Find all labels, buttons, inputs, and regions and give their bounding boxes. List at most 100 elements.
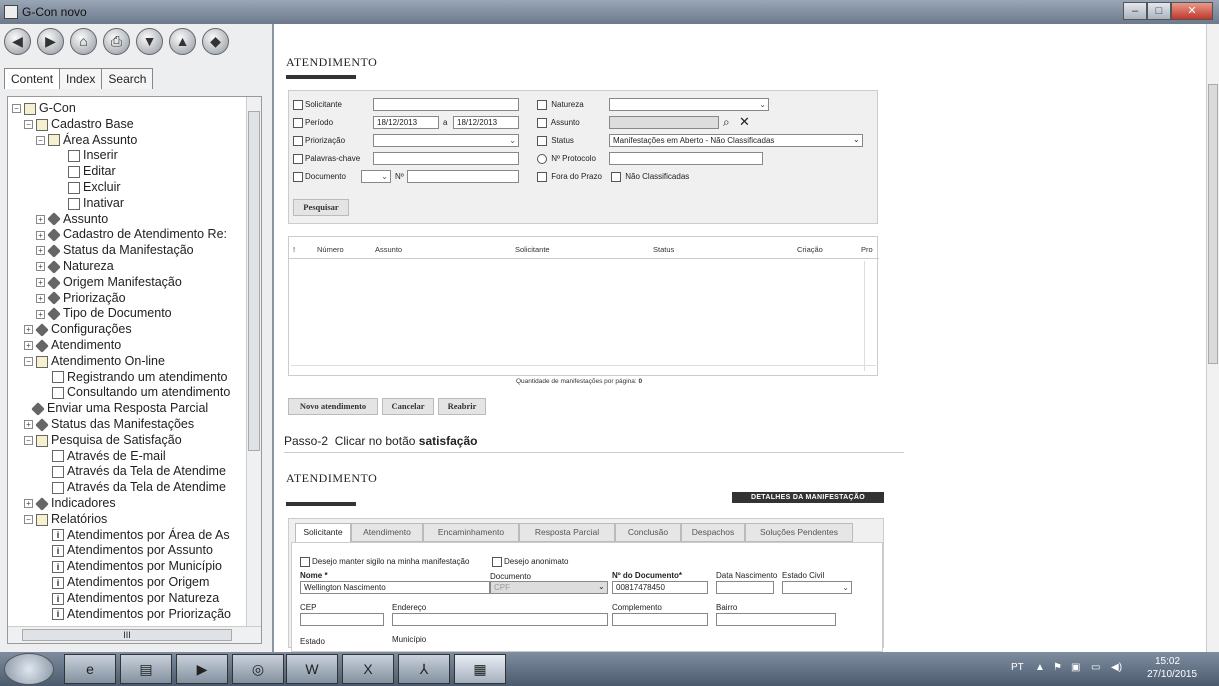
clock-time[interactable]: 15:02 <box>1155 656 1180 667</box>
collapse-icon[interactable]: − <box>24 436 33 445</box>
nome-input[interactable]: Wellington Nascimento <box>300 581 490 594</box>
estado-civil-select[interactable]: ⌄ <box>782 581 852 594</box>
tree-node[interactable]: + Priorização <box>36 291 126 306</box>
explorer-icon[interactable]: ▤ <box>120 654 172 684</box>
sigilo-option[interactable]: Desejo manter sigilo na minha manifestaç… <box>300 557 469 567</box>
checkbox[interactable] <box>611 172 621 182</box>
expand-icon[interactable]: + <box>36 262 45 272</box>
clock-date[interactable]: 27/10/2015 <box>1147 669 1197 680</box>
tree-node[interactable]: i Atendimentos por Priorização <box>52 607 231 622</box>
checkbox[interactable] <box>492 557 502 567</box>
tab-solicitante[interactable]: Solicitante <box>295 523 351 542</box>
tree-node[interactable]: + Status da Manifestação <box>36 243 194 258</box>
grid-header[interactable]: ! <box>293 245 295 254</box>
expand-icon[interactable]: + <box>24 420 33 430</box>
tab-solucoes-pendentes[interactable]: Soluções Pendentes <box>745 523 853 542</box>
back-icon[interactable]: ◀ <box>4 28 31 55</box>
expand-icon[interactable]: + <box>36 230 45 240</box>
tree-node[interactable]: Editar <box>68 164 116 179</box>
periodo-from-input[interactable]: 18/12/2013 <box>373 116 439 129</box>
checkbox[interactable] <box>537 100 547 110</box>
tree-node[interactable]: Enviar uma Resposta Parcial <box>31 401 208 416</box>
complemento-input[interactable] <box>612 613 708 626</box>
tree-node[interactable]: i Atendimentos por Natureza <box>52 591 219 606</box>
tab-atendimento[interactable]: Atendimento <box>351 523 423 542</box>
palavras-filter[interactable]: Palavras-chave <box>293 154 360 164</box>
flag-icon[interactable]: ⚑ <box>1053 662 1062 673</box>
cancelar-button[interactable]: Cancelar <box>382 398 434 415</box>
tree-node[interactable]: − Pesquisa de Satisfação <box>24 433 182 448</box>
solicitante-filter[interactable]: Solicitante <box>293 100 342 110</box>
nrodoc-input[interactable]: 00817478450 <box>612 581 708 594</box>
tree-node[interactable]: Registrando um atendimento <box>52 370 228 385</box>
tree-horizontal-scrollbar[interactable]: III <box>8 626 261 643</box>
tree-node[interactable]: − Relatórios <box>24 512 107 527</box>
tree-vertical-scrollbar[interactable] <box>246 97 261 626</box>
tree-node[interactable]: + Origem Manifestação <box>36 275 182 290</box>
documento-select[interactable]: ⌄ <box>361 170 391 183</box>
natureza-filter[interactable]: Natureza <box>537 100 584 110</box>
tree-node[interactable]: + Natureza <box>36 259 114 274</box>
collapse-icon[interactable]: − <box>24 120 33 129</box>
nascimento-input[interactable] <box>716 581 774 594</box>
grid-header[interactable]: Criação <box>797 245 823 254</box>
tree-node[interactable]: Consultando um atendimento <box>52 385 230 400</box>
start-button[interactable] <box>4 653 54 685</box>
priorizacao-select[interactable]: ⌄ <box>373 134 519 147</box>
natureza-select[interactable]: ⌄ <box>609 98 769 111</box>
home-icon[interactable]: ⌂ <box>70 28 97 55</box>
grid-header[interactable]: Solicitante <box>515 245 550 254</box>
tree-node[interactable]: Através da Tela de Atendime <box>52 480 226 495</box>
tree-node[interactable]: Inserir <box>68 148 118 163</box>
tree-node[interactable]: i Atendimentos por Origem <box>52 575 209 590</box>
show-hidden-icon[interactable]: ▲ <box>1035 662 1045 673</box>
clear-icon[interactable]: ✕ <box>739 114 750 130</box>
grid-header[interactable]: Assunto <box>375 245 402 254</box>
print-icon[interactable]: ⎙ <box>103 28 130 55</box>
tab-content[interactable]: Content <box>4 68 61 89</box>
chrome-icon[interactable]: ◎ <box>232 654 284 684</box>
checkbox[interactable] <box>537 172 547 182</box>
page-scrollbar[interactable] <box>1206 24 1219 652</box>
expand-icon[interactable]: + <box>24 341 33 351</box>
tree-node[interactable]: + Tipo de Documento <box>36 306 172 321</box>
expand-icon[interactable]: + <box>24 499 33 509</box>
periodo-filter[interactable]: Período <box>293 118 333 128</box>
scroll-thumb[interactable]: III <box>22 629 232 641</box>
tree-node[interactable]: − Área Assunto <box>36 133 137 148</box>
protocolo-input[interactable] <box>609 152 763 165</box>
bairro-input[interactable] <box>716 613 836 626</box>
tree-node[interactable]: + Cadastro de Atendimento Re: <box>36 227 227 242</box>
collapse-icon[interactable]: − <box>12 104 21 114</box>
expand-icon[interactable]: + <box>36 278 45 287</box>
tree-node[interactable]: − Atendimento On-line <box>24 354 165 369</box>
tree-node[interactable]: Inativar <box>68 196 124 211</box>
documento-select[interactable]: CPF <box>490 581 608 594</box>
nao-classificadas-filter[interactable]: Não Classificadas <box>611 172 689 182</box>
language-indicator[interactable]: PT <box>1011 662 1024 673</box>
checkbox[interactable] <box>293 136 303 146</box>
assunto-filter[interactable]: Assunto <box>537 118 580 128</box>
checkbox[interactable] <box>300 557 310 567</box>
collapse-icon[interactable]: − <box>36 135 45 145</box>
scroll-thumb[interactable] <box>248 111 260 451</box>
media-player-icon[interactable]: ▶ <box>176 654 228 684</box>
checkbox[interactable] <box>537 118 547 128</box>
tab-resposta-parcial[interactable]: Resposta Parcial <box>519 523 615 542</box>
grid-header[interactable]: Pro <box>861 245 873 254</box>
grid-header[interactable]: Número <box>317 245 344 254</box>
word-icon[interactable]: W <box>286 654 338 684</box>
tree-node[interactable]: − G-Con <box>12 101 76 116</box>
tree-node[interactable]: Excluir <box>68 180 121 195</box>
expand-icon[interactable]: + <box>36 246 45 256</box>
tree-node[interactable]: + Status das Manifestações <box>24 417 194 432</box>
tree-node[interactable]: + Indicadores <box>24 496 116 511</box>
down-icon[interactable]: ▼ <box>136 28 163 55</box>
acrobat-icon[interactable]: ⅄ <box>398 654 450 684</box>
collapse-icon[interactable]: − <box>24 357 33 366</box>
battery-icon[interactable]: ▭ <box>1091 662 1100 673</box>
grid-horizontal-scrollbar[interactable] <box>291 365 876 373</box>
help-viewer-icon[interactable]: ▦ <box>454 654 506 684</box>
fora-prazo-filter[interactable]: Fora do Prazo <box>537 172 602 182</box>
forward-icon[interactable]: ▶ <box>37 28 64 55</box>
